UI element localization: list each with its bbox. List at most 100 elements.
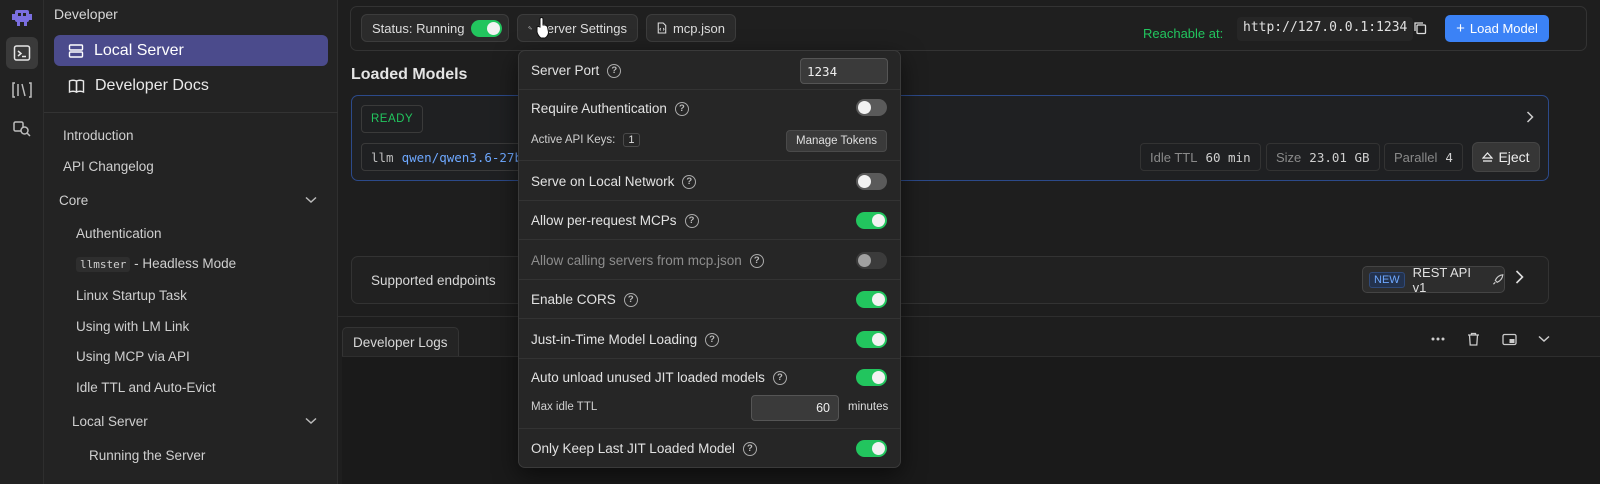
setting-label: Auto unload unused JIT loaded models? bbox=[531, 370, 787, 385]
max-idle-ttl-unit: minutes bbox=[848, 401, 889, 413]
jit-loading-toggle[interactable] bbox=[856, 331, 887, 348]
search-models-icon[interactable] bbox=[6, 112, 38, 144]
model-name: qwen/qwen3.6-27b bbox=[401, 149, 522, 165]
chevron-right-icon[interactable] bbox=[1515, 270, 1524, 289]
label-text: Active API Keys: bbox=[531, 134, 616, 146]
more-options-icon[interactable] bbox=[1427, 328, 1449, 350]
chevron-right-icon[interactable] bbox=[1526, 110, 1534, 126]
server-settings-dropdown: Server Port? Require Authentication? Act… bbox=[518, 50, 901, 468]
api-key-count: 1 bbox=[623, 133, 640, 147]
doc-link-introduction[interactable]: Introduction bbox=[63, 128, 134, 143]
activity-rail bbox=[0, 0, 44, 484]
tab-developer-logs[interactable]: Developer Logs bbox=[342, 327, 459, 356]
reachable-url[interactable]: http://127.0.0.1:1234 bbox=[1237, 17, 1414, 41]
model-identifier[interactable]: llm qwen/qwen3.6-27b bbox=[361, 143, 531, 171]
help-icon[interactable]: ? bbox=[749, 253, 764, 268]
help-icon[interactable]: ? bbox=[682, 174, 697, 189]
stat-value: 23.01 GB bbox=[1309, 149, 1370, 165]
cors-toggle[interactable] bbox=[856, 291, 887, 308]
stat-value: 4 bbox=[1445, 149, 1453, 165]
models-brackets-icon[interactable] bbox=[6, 74, 38, 106]
chevron-down-icon[interactable] bbox=[1533, 328, 1555, 350]
help-icon[interactable]: ? bbox=[623, 292, 638, 307]
copy-icon[interactable] bbox=[1413, 21, 1427, 38]
doc-link-lm-link[interactable]: Using with LM Link bbox=[76, 319, 189, 334]
reachable-label: Reachable at: bbox=[1143, 26, 1224, 41]
sidebar-divider bbox=[44, 112, 338, 113]
chevron-down-icon[interactable] bbox=[305, 414, 317, 428]
sidebar-item-label: Developer Docs bbox=[95, 76, 209, 94]
help-icon[interactable]: ? bbox=[742, 441, 757, 456]
server-settings-label: Server Settings bbox=[538, 20, 627, 36]
mcp-json-button[interactable]: mcp.json bbox=[646, 14, 736, 42]
doc-link-llmster-headless[interactable]: llmster - Headless Mode bbox=[76, 256, 237, 272]
pip-window-icon[interactable] bbox=[1498, 328, 1520, 350]
manage-tokens-button[interactable]: Manage Tokens bbox=[786, 130, 887, 152]
stat-label: Size bbox=[1276, 149, 1302, 165]
stat-label: Idle TTL bbox=[1150, 149, 1198, 165]
label-text: Just-in-Time Model Loading bbox=[531, 332, 698, 347]
calling-servers-toggle[interactable] bbox=[856, 252, 887, 269]
size-stat: Size 23.01 GB bbox=[1266, 143, 1380, 171]
load-model-button[interactable]: + Load Model bbox=[1445, 15, 1549, 42]
server-port-input[interactable] bbox=[800, 58, 888, 84]
sidebar-item-developer-docs[interactable]: Developer Docs bbox=[54, 70, 328, 101]
gear-icon bbox=[528, 26, 532, 30]
setting-cors: Enable CORS? bbox=[519, 280, 900, 319]
stat-value: 60 min bbox=[1205, 149, 1251, 165]
parallel-stat: Parallel 4 bbox=[1384, 143, 1463, 171]
max-idle-ttl-label: Max idle TTL bbox=[531, 401, 598, 413]
help-icon[interactable]: ? bbox=[705, 332, 720, 347]
rest-api-button[interactable]: NEW REST API v1 bbox=[1362, 264, 1505, 295]
doc-section-core[interactable]: Core bbox=[59, 193, 88, 208]
setting-label: Allow calling servers from mcp.json? bbox=[531, 253, 764, 268]
idle-ttl-stat: Idle TTL 60 min bbox=[1140, 143, 1261, 171]
help-icon[interactable]: ? bbox=[674, 101, 689, 116]
stat-label: Parallel bbox=[1394, 149, 1438, 165]
doc-link-running-server[interactable]: Running the Server bbox=[89, 448, 205, 463]
doc-link-linux-startup[interactable]: Linux Startup Task bbox=[76, 288, 187, 303]
max-idle-ttl-input[interactable] bbox=[751, 395, 839, 421]
setting-label: Enable CORS? bbox=[531, 292, 638, 307]
trash-icon[interactable] bbox=[1462, 328, 1484, 350]
terminal-icon[interactable] bbox=[6, 37, 38, 69]
sidebar-item-local-server[interactable]: Local Server bbox=[54, 35, 328, 66]
rest-api-label: REST API v1 bbox=[1412, 264, 1471, 295]
per-request-mcp-toggle[interactable] bbox=[856, 212, 887, 229]
help-icon[interactable]: ? bbox=[772, 370, 787, 385]
status-label: Status: Running bbox=[372, 20, 465, 36]
server-status-toggle[interactable] bbox=[470, 19, 502, 37]
mcp-json-label: mcp.json bbox=[672, 20, 725, 36]
doc-link-api-changelog[interactable]: API Changelog bbox=[63, 159, 154, 174]
doc-link-mcp-api[interactable]: Using MCP via API bbox=[76, 349, 190, 364]
local-network-toggle[interactable] bbox=[856, 173, 887, 190]
doc-link-idle-ttl[interactable]: Idle TTL and Auto-Evict bbox=[76, 380, 216, 395]
app-logo-icon bbox=[6, 2, 38, 34]
eject-button[interactable]: Eject bbox=[1472, 142, 1540, 172]
eject-icon bbox=[1482, 151, 1494, 162]
setting-label: Server Port? bbox=[531, 63, 622, 78]
only-keep-last-toggle[interactable] bbox=[856, 440, 887, 457]
setting-local-network: Serve on Local Network? bbox=[519, 161, 900, 201]
doc-link-authentication[interactable]: Authentication bbox=[76, 226, 162, 241]
auto-unload-toggle[interactable] bbox=[856, 369, 887, 386]
setting-label: Only Keep Last JIT Loaded Model? bbox=[531, 441, 757, 456]
status-pill[interactable]: Status: Running bbox=[361, 14, 509, 42]
help-icon[interactable]: ? bbox=[607, 63, 622, 78]
require-auth-toggle[interactable] bbox=[856, 99, 887, 116]
label-text: Enable CORS bbox=[531, 292, 616, 307]
active-api-keys: Active API Keys: 1 bbox=[531, 133, 640, 147]
label-text: Auto unload unused JIT loaded models bbox=[531, 370, 765, 385]
help-icon[interactable]: ? bbox=[684, 213, 699, 228]
label-text: Server Port bbox=[531, 63, 600, 78]
setting-require-auth: Require Authentication? Active API Keys:… bbox=[519, 90, 900, 161]
label-text: Serve on Local Network bbox=[531, 174, 675, 189]
sidebar-title: Developer bbox=[54, 6, 118, 22]
chevron-down-icon[interactable] bbox=[305, 193, 317, 207]
link-text: - Headless Mode bbox=[130, 256, 237, 271]
label-text: Only Keep Last JIT Loaded Model bbox=[531, 441, 735, 456]
doc-section-local-server[interactable]: Local Server bbox=[72, 414, 148, 429]
status-badge: READY bbox=[361, 105, 424, 133]
plus-icon: + bbox=[1456, 20, 1465, 37]
setting-label: Allow per-request MCPs? bbox=[531, 213, 699, 228]
